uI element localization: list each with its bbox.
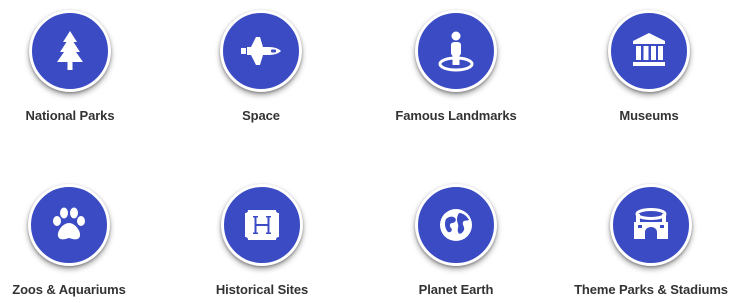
category-label: Space [242,108,280,123]
museum-building-icon [608,10,690,92]
stadium-icon [610,184,692,266]
category-label: Famous Landmarks [395,108,517,123]
category-space[interactable]: Space [181,10,341,123]
category-museums[interactable]: Museums [569,10,729,123]
category-zoos-aquariums[interactable]: Zoos & Aquariums [0,184,149,297]
paw-icon [28,184,110,266]
globe-icon [415,184,497,266]
category-label: Historical Sites [215,282,309,297]
category-famous-landmarks[interactable]: Famous Landmarks [376,10,536,123]
category-label: National Parks [25,108,115,123]
pine-tree-icon [29,10,111,92]
category-grid: National Parks Space Famous Landmarks Mu… [0,0,733,303]
category-label: Zoos & Aquariums [12,282,126,297]
category-theme-parks-stadiums[interactable]: Theme Parks & Stadiums [571,184,731,297]
space-shuttle-icon [220,10,302,92]
category-national-parks[interactable]: National Parks [0,10,150,123]
category-label: Museums [619,108,679,123]
category-historical-sites[interactable]: Historical Sites [182,184,342,297]
historical-marker-h-icon [221,184,303,266]
category-label: Planet Earth [418,282,494,297]
person-on-landmark-icon [415,10,497,92]
category-label: Theme Parks & Stadiums [574,282,728,297]
category-planet-earth[interactable]: Planet Earth [376,184,536,297]
